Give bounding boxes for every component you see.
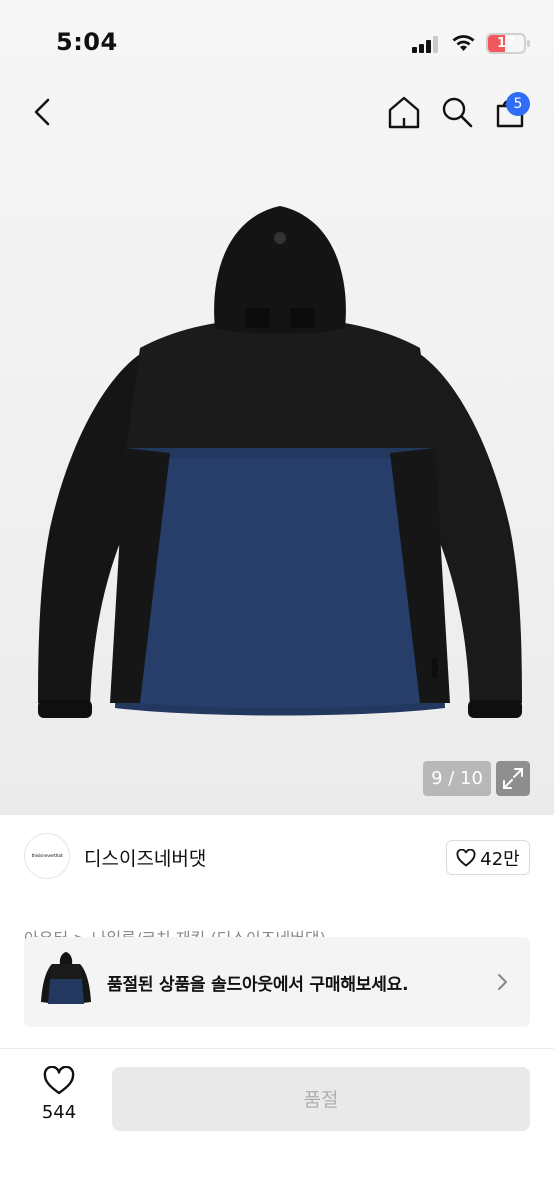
soldout-purchase-button[interactable]: 품절: [112, 1067, 530, 1131]
status-time: 5:04: [56, 28, 118, 56]
soldout-banner-text: 품절된 상품을 솔드아웃에서 구매해보세요.: [107, 975, 409, 995]
search-icon[interactable]: [437, 92, 477, 132]
heart-icon: [43, 1066, 75, 1095]
home-icon[interactable]: [384, 92, 424, 132]
cellular-signal-icon: [412, 36, 438, 53]
brand-like-count: 42만: [480, 848, 520, 870]
battery-percent: 17: [496, 36, 516, 51]
battery-cap: [527, 40, 530, 47]
heart-icon: [456, 848, 476, 867]
brand-name[interactable]: 디스이즈네버댓: [84, 844, 206, 871]
cart-count-badge: 5: [506, 92, 530, 116]
chevron-right-icon: [498, 974, 507, 990]
wishlist-count: 544: [41, 1102, 77, 1123]
soldout-banner-thumbnail: [41, 952, 91, 1004]
brand-logo[interactable]: thisisneverthat: [24, 833, 70, 879]
bottom-bar-divider: [0, 1048, 554, 1049]
product-image-jacket: [38, 206, 522, 718]
expand-icon[interactable]: [496, 761, 530, 796]
wishlist-button[interactable]: 544: [30, 1066, 88, 1130]
battery-indicator: 17: [486, 33, 526, 54]
brand-logo-text: thisisneverthat: [31, 854, 63, 859]
chevron-left-icon[interactable]: [22, 90, 62, 134]
brand-like-button[interactable]: 42만: [446, 840, 530, 875]
wifi-icon: [452, 35, 475, 51]
image-counter: 9 / 10: [423, 761, 491, 796]
